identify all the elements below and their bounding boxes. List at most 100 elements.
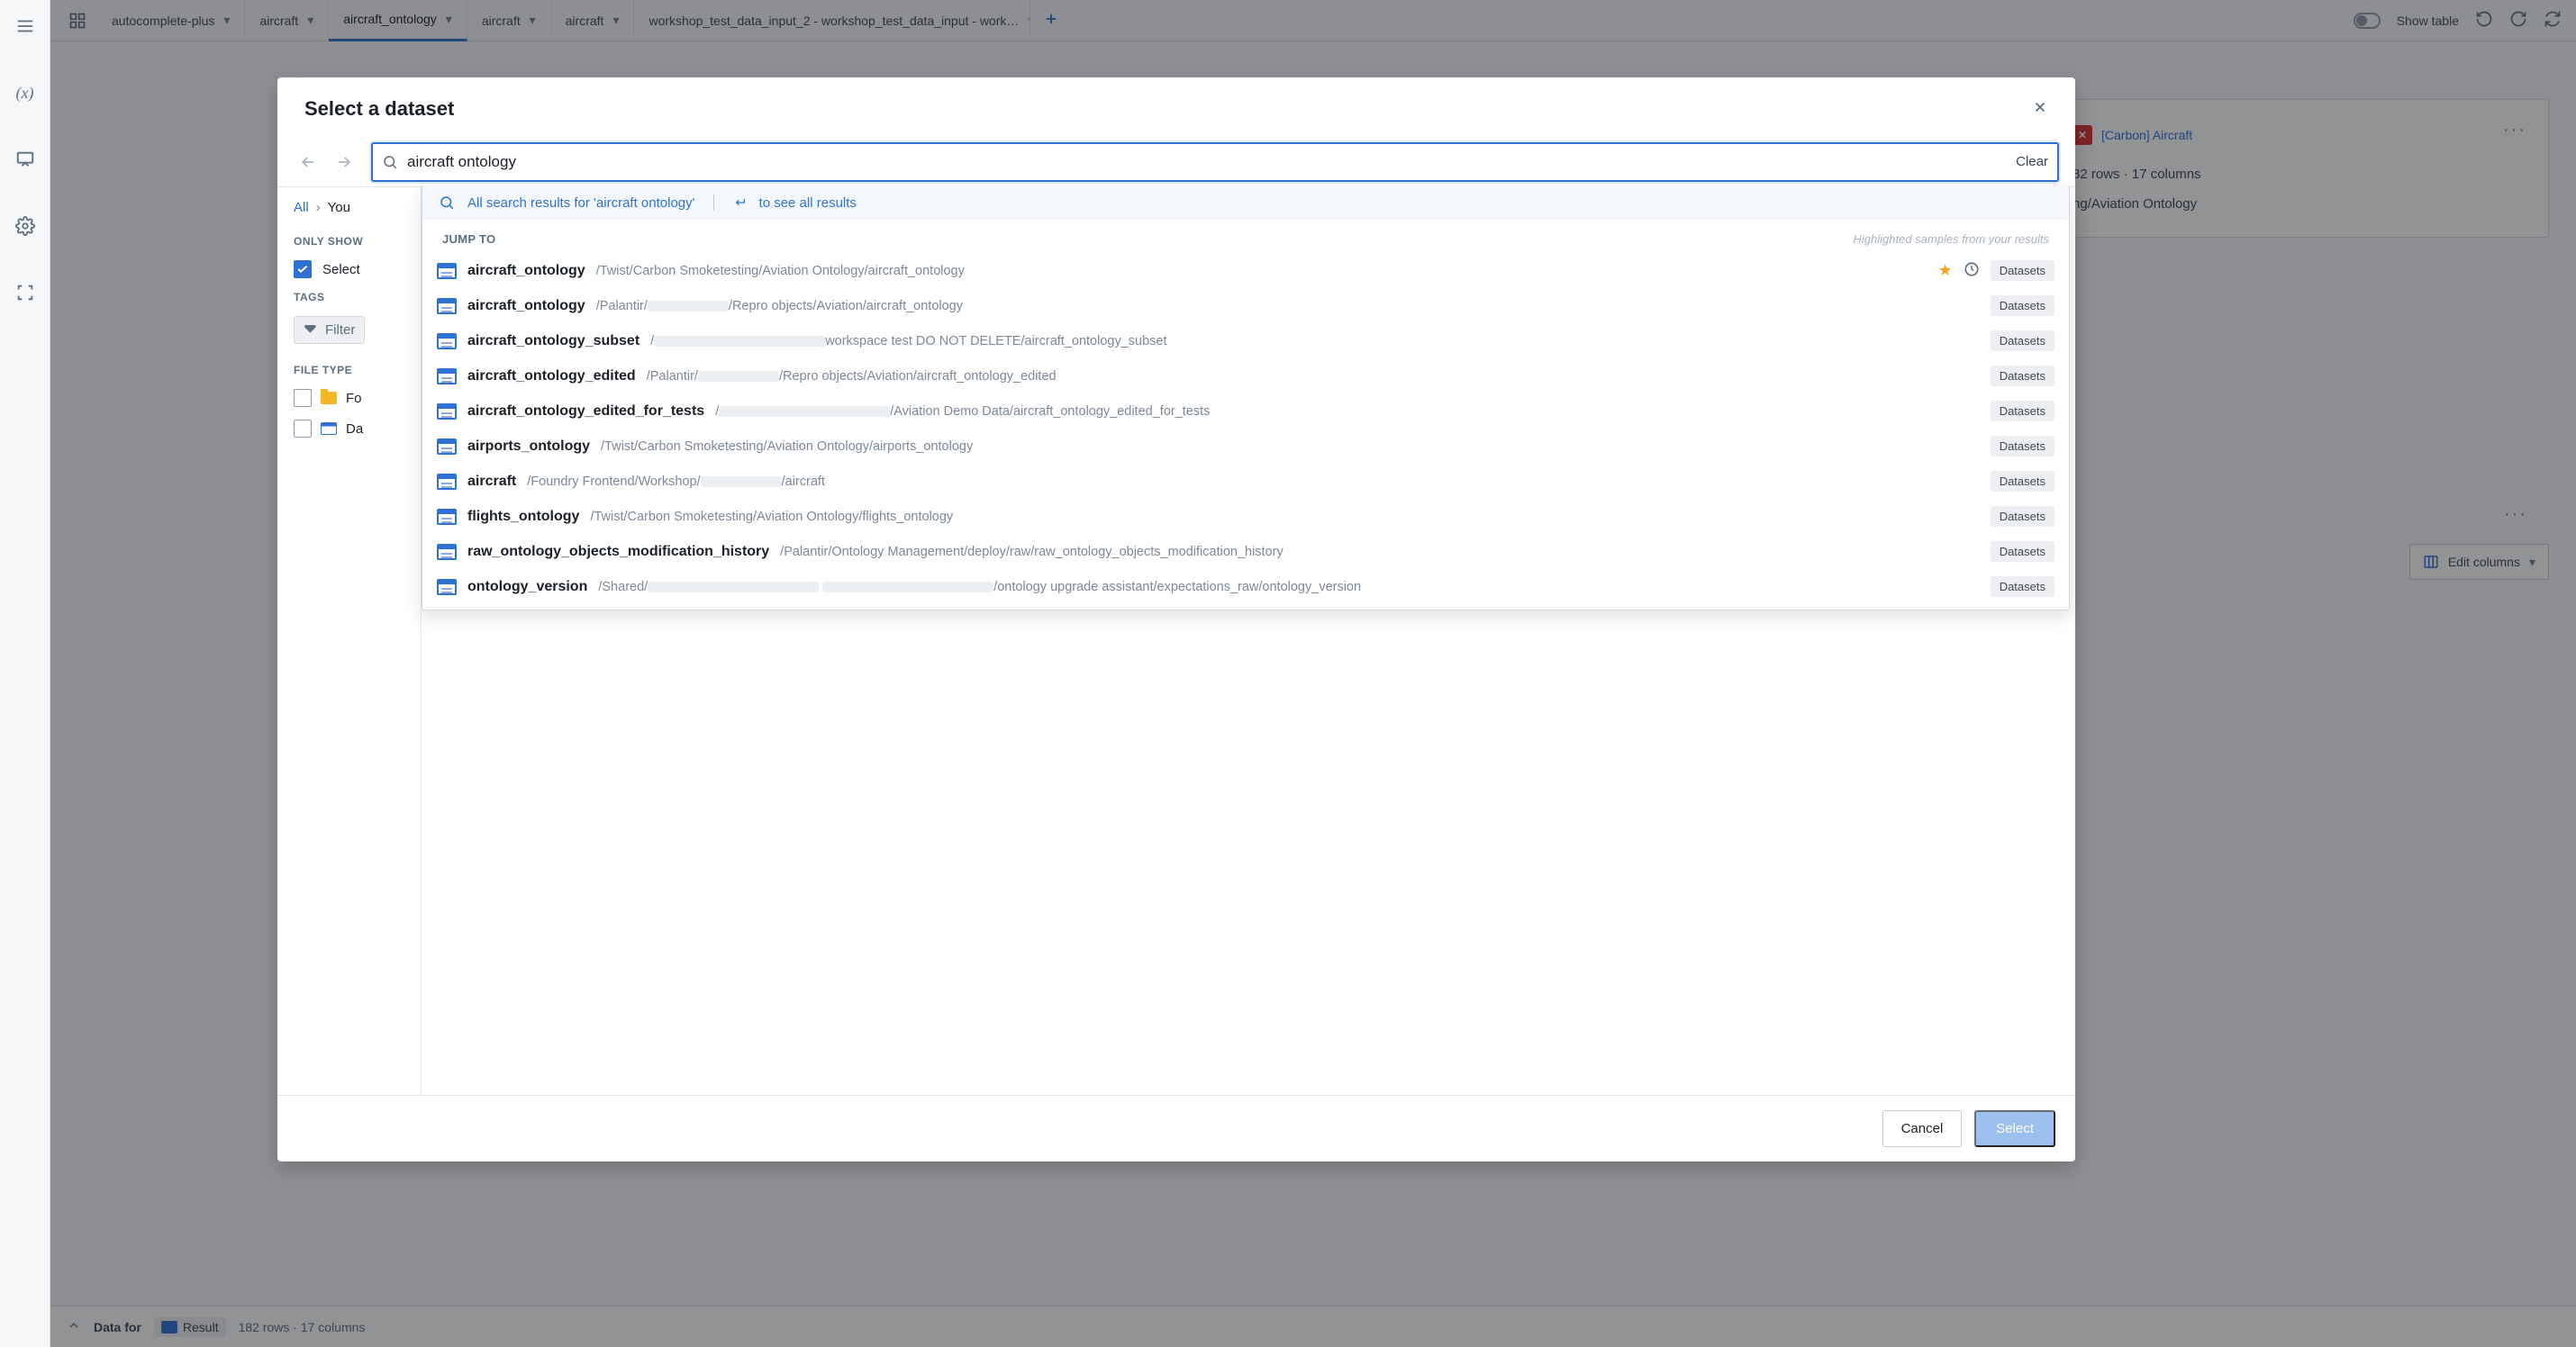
dataset-icon: [437, 544, 457, 560]
crumb-all[interactable]: All: [294, 200, 309, 215]
checkbox-icon[interactable]: [294, 389, 312, 407]
highlighted-label: Highlighted samples from your results: [1854, 232, 2049, 246]
datasets-badge: Datasets: [1991, 260, 2054, 281]
result-name: aircraft_ontology_edited_for_tests: [467, 403, 704, 420]
result-name: raw_ontology_objects_modification_histor…: [467, 544, 769, 560]
result-name: ontology_version: [467, 579, 587, 595]
select-dataset-modal: Select a dataset Clear All › Y: [277, 77, 2075, 1162]
file-type-dataset[interactable]: Da: [294, 420, 406, 438]
dataset-icon: [437, 333, 457, 349]
suggestion-row[interactable]: flights_ontology/Twist/Carbon Smoketesti…: [422, 499, 2069, 534]
result-right: Datasets: [1991, 401, 2054, 421]
checkbox-checked-icon[interactable]: [294, 260, 312, 278]
search-all-text: All search results for 'aircraft ontolog…: [467, 195, 695, 211]
result-path: /Palantir//Repro objects/Aviation/aircra…: [647, 369, 1980, 384]
result-path: /workspace test DO NOT DELETE/aircraft_o…: [650, 334, 1980, 348]
modal-header: Select a dataset: [277, 77, 2075, 137]
suggestion-row[interactable]: aircraft/Foundry Frontend/Workshop//airc…: [422, 464, 2069, 499]
close-icon[interactable]: [2032, 99, 2048, 120]
dataset-icon: [437, 403, 457, 420]
suggestions-dropdown: All search results for 'aircraft ontolog…: [422, 185, 2070, 610]
settings-icon[interactable]: [12, 212, 39, 240]
result-path: /Twist/Carbon Smoketesting/Aviation Onto…: [596, 264, 1927, 278]
search-icon: [439, 194, 455, 211]
dataset-icon: [437, 509, 457, 525]
result-path: /Palantir/Ontology Management/deploy/raw…: [780, 545, 1980, 559]
crumb-you: You: [328, 200, 350, 215]
suggestion-row[interactable]: airports_ontology/Twist/Carbon Smoketest…: [422, 429, 2069, 464]
only-show-select[interactable]: Select: [294, 260, 406, 278]
modal-title: Select a dataset: [304, 97, 454, 121]
breadcrumb: All › You: [294, 200, 406, 215]
suggestion-row[interactable]: ontology_version/Shared//ontology upgrad…: [422, 569, 2069, 604]
datasets-badge: Datasets: [1991, 330, 2054, 351]
jump-to-label: JUMP TO: [442, 232, 495, 246]
result-path: //Aviation Demo Data/aircraft_ontology_e…: [715, 404, 1980, 419]
search-all-row[interactable]: All search results for 'aircraft ontolog…: [422, 185, 2069, 220]
file-type-dataset-label: Da: [346, 421, 363, 437]
tags-label: TAGS: [294, 291, 406, 303]
menu-icon[interactable]: [12, 13, 39, 40]
datasets-badge: Datasets: [1991, 366, 2054, 386]
suggestion-row[interactable]: aircraft_ontology_edited/Palantir//Repro…: [422, 358, 2069, 393]
datasets-badge: Datasets: [1991, 401, 2054, 421]
datasets-badge: Datasets: [1991, 471, 2054, 492]
result-right: Datasets: [1991, 330, 2054, 351]
search-input[interactable]: [407, 153, 2007, 171]
suggestion-row[interactable]: aircraft_ontology/Twist/Carbon Smoketest…: [422, 253, 2069, 288]
file-type-label: FILE TYPE: [294, 364, 406, 376]
datasets-badge: Datasets: [1991, 541, 2054, 562]
result-right: Datasets: [1991, 506, 2054, 527]
filters-sidebar: All › You ONLY SHOW Select TAGS Filter F…: [277, 187, 422, 1095]
back-icon[interactable]: [290, 144, 326, 180]
frame-icon[interactable]: [12, 279, 39, 306]
modal-body: All › You ONLY SHOW Select TAGS Filter F…: [277, 187, 2075, 1095]
dataset-icon: [437, 368, 457, 384]
modal-toolbar: Clear: [277, 137, 2075, 187]
presentation-icon[interactable]: [12, 146, 39, 173]
suggestions-header: JUMP TO Highlighted samples from your re…: [422, 220, 2069, 253]
suggestion-row[interactable]: aircraft_ontology_edited_for_tests //Avia…: [422, 393, 2069, 429]
result-name: aircraft_ontology_subset: [467, 333, 639, 349]
app-root: (x) autocomplete-plus▾ aircraft▾ aircraf…: [0, 0, 2576, 1347]
chevron-right-icon: ›: [316, 200, 321, 215]
result-name: aircraft_ontology: [467, 263, 585, 279]
result-right: Datasets: [1991, 541, 2054, 562]
left-rail: (x): [0, 0, 50, 1347]
result-right: Datasets: [1991, 366, 2054, 386]
dataset-icon: [437, 474, 457, 490]
star-icon: ★: [1938, 261, 1953, 280]
clear-button[interactable]: Clear: [2016, 154, 2048, 169]
file-type-folder[interactable]: Fo: [294, 389, 406, 407]
result-right: Datasets: [1991, 295, 2054, 316]
dataset-icon: [321, 422, 337, 435]
result-name: flights_ontology: [467, 509, 579, 525]
forward-icon[interactable]: [326, 144, 362, 180]
dataset-icon: [437, 438, 457, 455]
dataset-icon: [437, 298, 457, 314]
result-path: /Twist/Carbon Smoketesting/Aviation Onto…: [590, 510, 1979, 524]
cancel-button[interactable]: Cancel: [1882, 1110, 1963, 1147]
select-button[interactable]: Select: [1974, 1110, 2055, 1147]
result-right: Datasets: [1991, 576, 2054, 597]
history-icon: [1964, 261, 1980, 280]
result-name: aircraft_ontology: [467, 298, 585, 314]
variables-icon[interactable]: (x): [12, 79, 39, 106]
result-path: /Twist/Carbon Smoketesting/Aviation Onto…: [601, 439, 1980, 454]
suggestion-row[interactable]: aircraft_ontology_subset/workspace test …: [422, 323, 2069, 358]
modal-footer: Cancel Select: [277, 1095, 2075, 1162]
suggestion-row[interactable]: raw_ontology_objects_modification_histor…: [422, 534, 2069, 569]
divider: [713, 194, 714, 211]
results-panel: All search results for 'aircraft ontolog…: [422, 187, 2075, 1095]
file-type-folder-label: Fo: [346, 391, 362, 406]
tag-filter-button[interactable]: Filter: [294, 316, 365, 344]
result-right: Datasets: [1991, 436, 2054, 457]
only-show-select-label: Select: [322, 262, 360, 277]
folder-icon: [321, 392, 337, 404]
suggestion-row[interactable]: aircraft_ontology/Palantir//Repro object…: [422, 288, 2069, 323]
see-all-text: to see all results: [759, 195, 857, 211]
search-icon: [382, 154, 398, 170]
datasets-badge: Datasets: [1991, 576, 2054, 597]
datasets-badge: Datasets: [1991, 506, 2054, 527]
checkbox-icon[interactable]: [294, 420, 312, 438]
